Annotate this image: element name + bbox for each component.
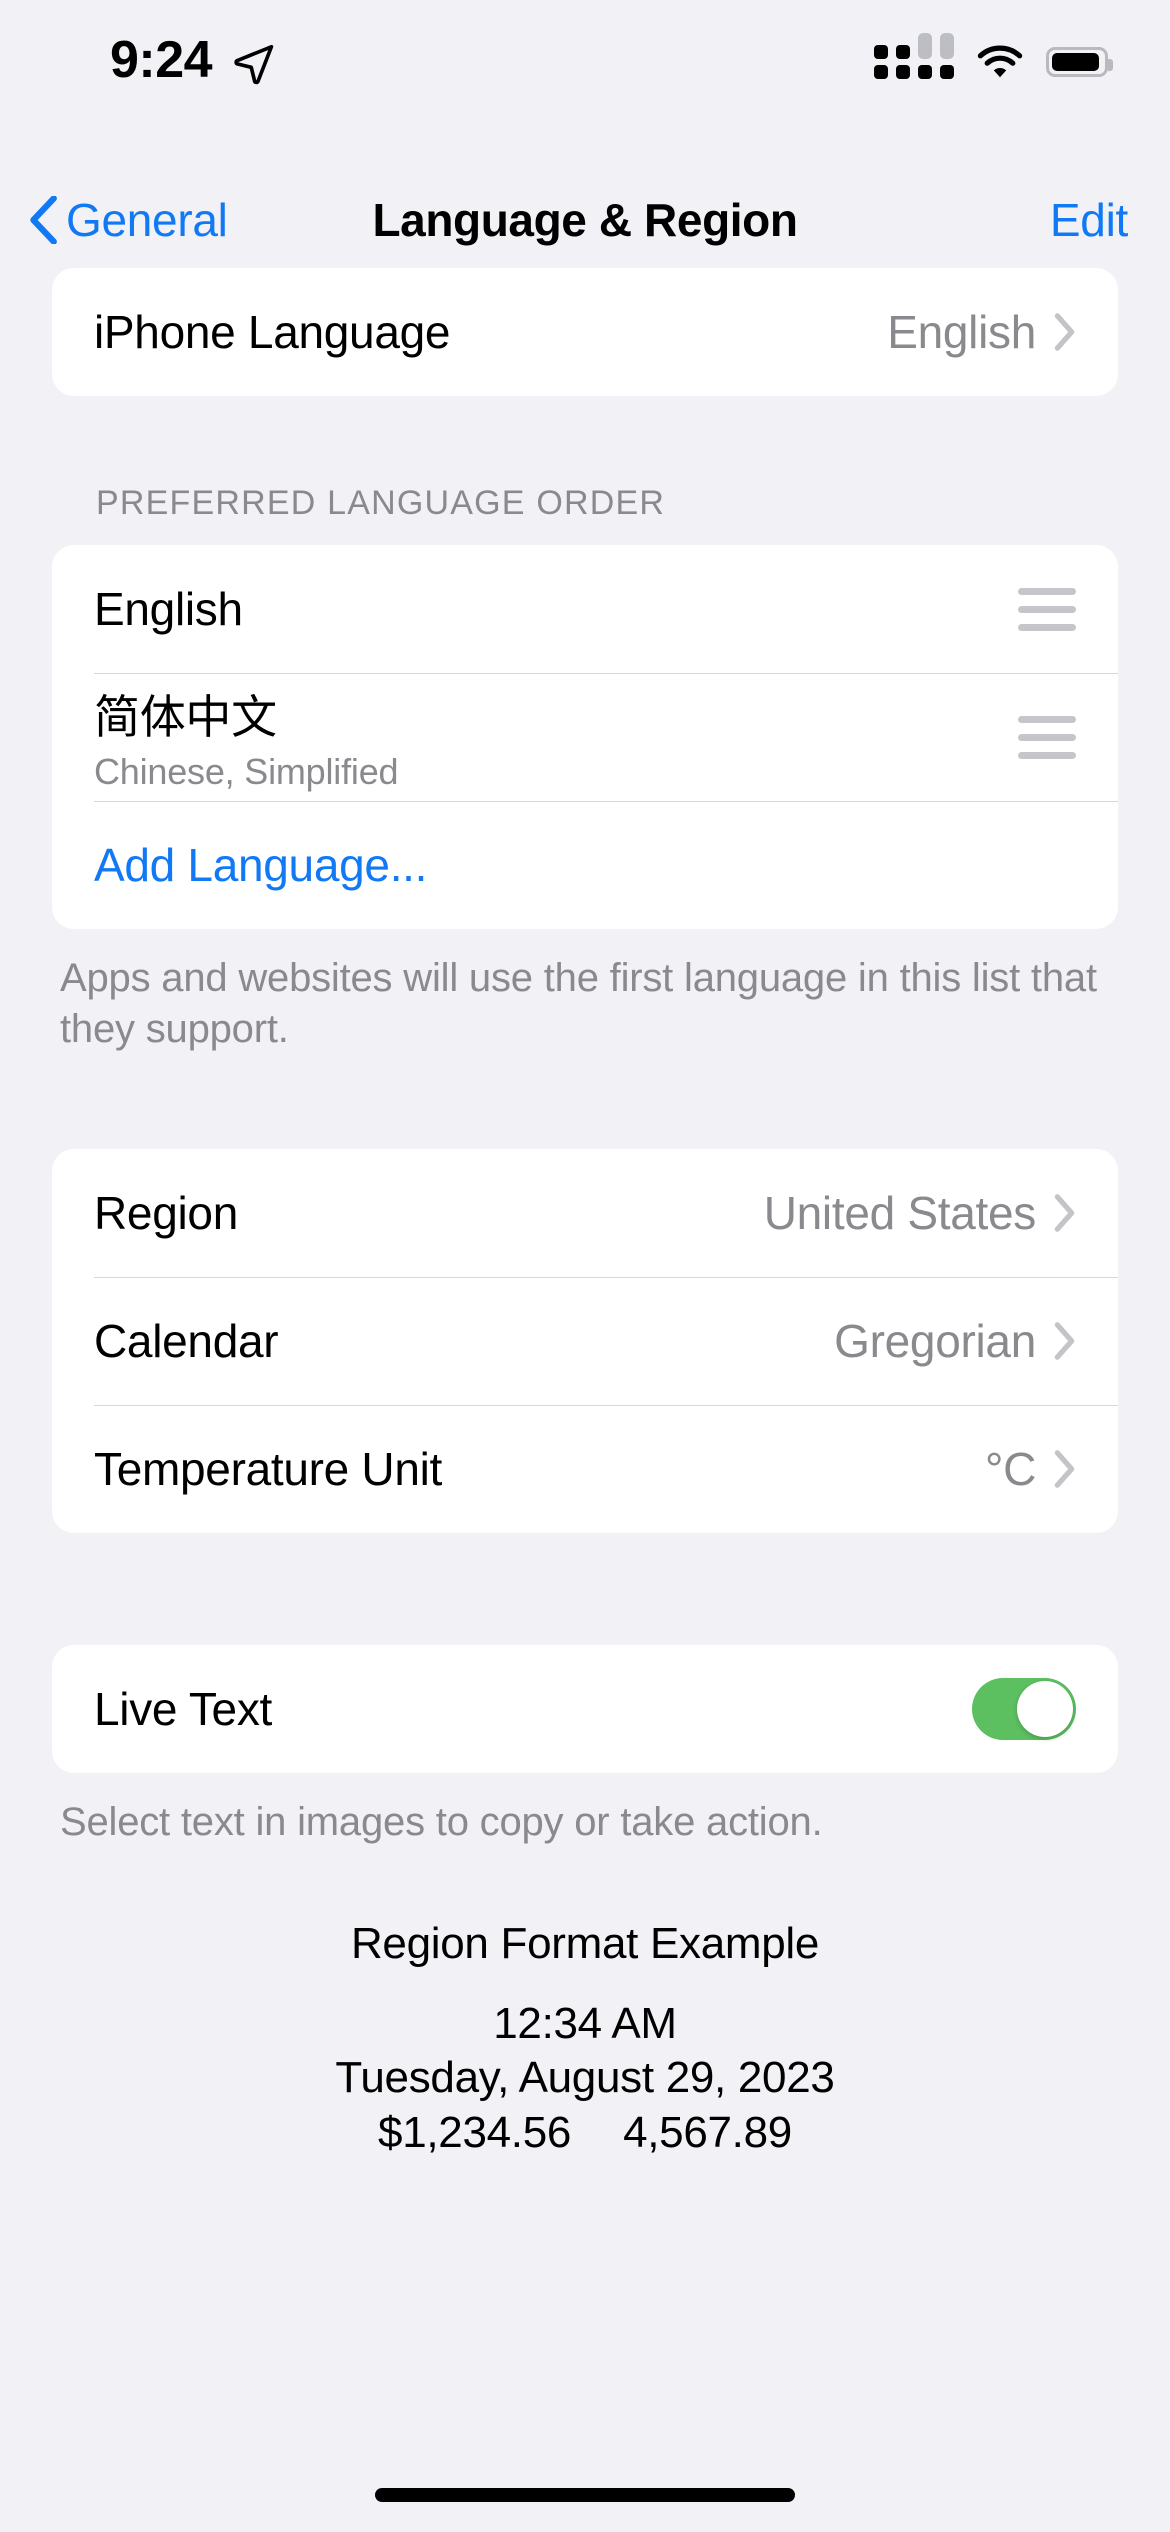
temperature-unit-row[interactable]: Temperature Unit °C <box>52 1405 1118 1533</box>
region-format-example-title: Region Format Example <box>350 1918 820 1968</box>
add-language-label: Add Language... <box>94 839 428 891</box>
iphone-language-label: iPhone Language <box>94 306 451 358</box>
chevron-right-icon <box>1054 313 1075 351</box>
preferred-language-order-card: English 简体中文 Chinese, Simplified Add Lan… <box>52 545 1118 929</box>
language-subtitle: Chinese, Simplified <box>94 751 399 792</box>
status-bar: 9:24 <box>0 0 1170 110</box>
iphone-settings-screen: 9:24 General Language & Region Edit iPho… <box>0 0 1170 2532</box>
region-format-example-number: 4,567.89 <box>623 2107 792 2157</box>
live-text-card: Live Text <box>52 1645 1118 1774</box>
settings-content: iPhone Language English PREFERRED LANGUA… <box>0 268 1170 2160</box>
live-text-row: Live Text <box>52 1645 1118 1773</box>
chevron-right-icon <box>1054 1194 1075 1233</box>
calendar-value: Gregorian <box>834 1315 1036 1368</box>
region-value: United States <box>763 1187 1037 1240</box>
navigation-bar: General Language & Region Edit <box>0 172 1170 268</box>
location-arrow-icon <box>234 44 274 85</box>
drag-handle-icon[interactable] <box>1018 587 1076 631</box>
iphone-language-row[interactable]: iPhone Language English <box>52 268 1118 396</box>
region-label: Region <box>94 1187 238 1240</box>
region-format-example: Region Format Example 12:34 AM Tuesday, … <box>0 1919 1170 2161</box>
page-title: Language & Region <box>372 194 798 246</box>
status-bar-time: 9:24 <box>110 31 213 89</box>
battery-icon <box>1046 47 1113 77</box>
live-text-footer: Select text in images to copy or take ac… <box>60 1800 823 1845</box>
language-title: 简体中文 <box>94 691 277 743</box>
region-format-example-time: 12:34 AM <box>493 1998 677 2048</box>
calendar-row[interactable]: Calendar Gregorian <box>52 1277 1118 1405</box>
iphone-language-value: English <box>887 306 1036 358</box>
chevron-right-icon <box>1054 1322 1075 1361</box>
preferred-language-footer: Apps and websites will use the first lan… <box>60 956 1097 1052</box>
drag-handle-icon[interactable] <box>1018 715 1076 759</box>
temperature-unit-value: °C <box>984 1443 1036 1496</box>
status-bar-indicators <box>874 33 1113 80</box>
language-title: English <box>94 583 243 635</box>
toggle-knob <box>1017 1681 1073 1738</box>
calendar-label: Calendar <box>94 1315 279 1368</box>
region-settings-card: Region United States Calendar Gregorian … <box>52 1149 1118 1534</box>
list-item[interactable]: 简体中文 Chinese, Simplified <box>52 673 1118 801</box>
region-format-example-numbers: $1,234.56 4,567.89 <box>378 2106 792 2161</box>
temperature-unit-label: Temperature Unit <box>94 1443 443 1496</box>
region-format-example-currency: $1,234.56 <box>378 2107 572 2157</box>
cellular-signal-icon <box>874 33 954 79</box>
iphone-language-card: iPhone Language English <box>52 268 1118 396</box>
wifi-icon <box>977 45 1023 78</box>
region-format-example-date: Tuesday, August 29, 2023 <box>335 2053 835 2103</box>
region-row[interactable]: Region United States <box>52 1149 1118 1277</box>
live-text-label: Live Text <box>94 1683 272 1736</box>
chevron-right-icon <box>1054 1450 1075 1489</box>
preferred-language-order-header: PREFERRED LANGUAGE ORDER <box>96 484 666 522</box>
home-indicator[interactable] <box>375 2488 795 2502</box>
add-language-row[interactable]: Add Language... <box>52 801 1118 929</box>
live-text-toggle[interactable] <box>972 1678 1076 1741</box>
edit-button[interactable]: Edit <box>1050 172 1128 268</box>
list-item[interactable]: English <box>52 545 1118 673</box>
